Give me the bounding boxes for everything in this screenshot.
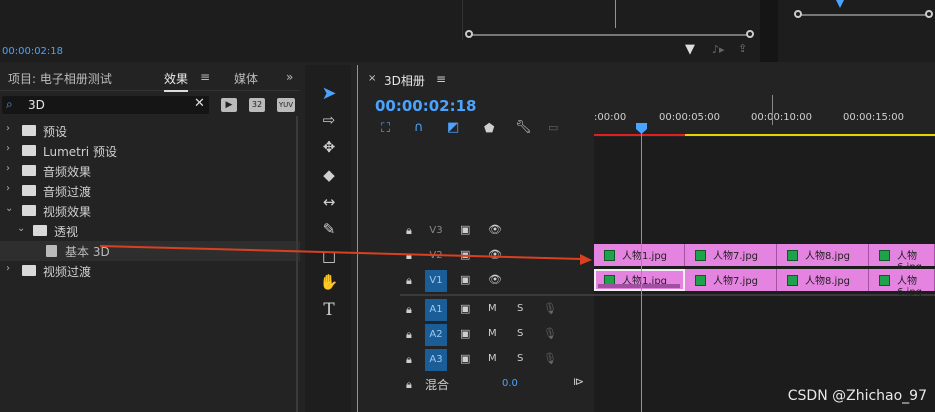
watermark: CSDN @Zhichao_97	[787, 388, 927, 404]
drag-arrow-annotation	[99, 245, 592, 265]
arrow-line	[99, 245, 583, 260]
arrow-head-icon	[580, 254, 592, 265]
